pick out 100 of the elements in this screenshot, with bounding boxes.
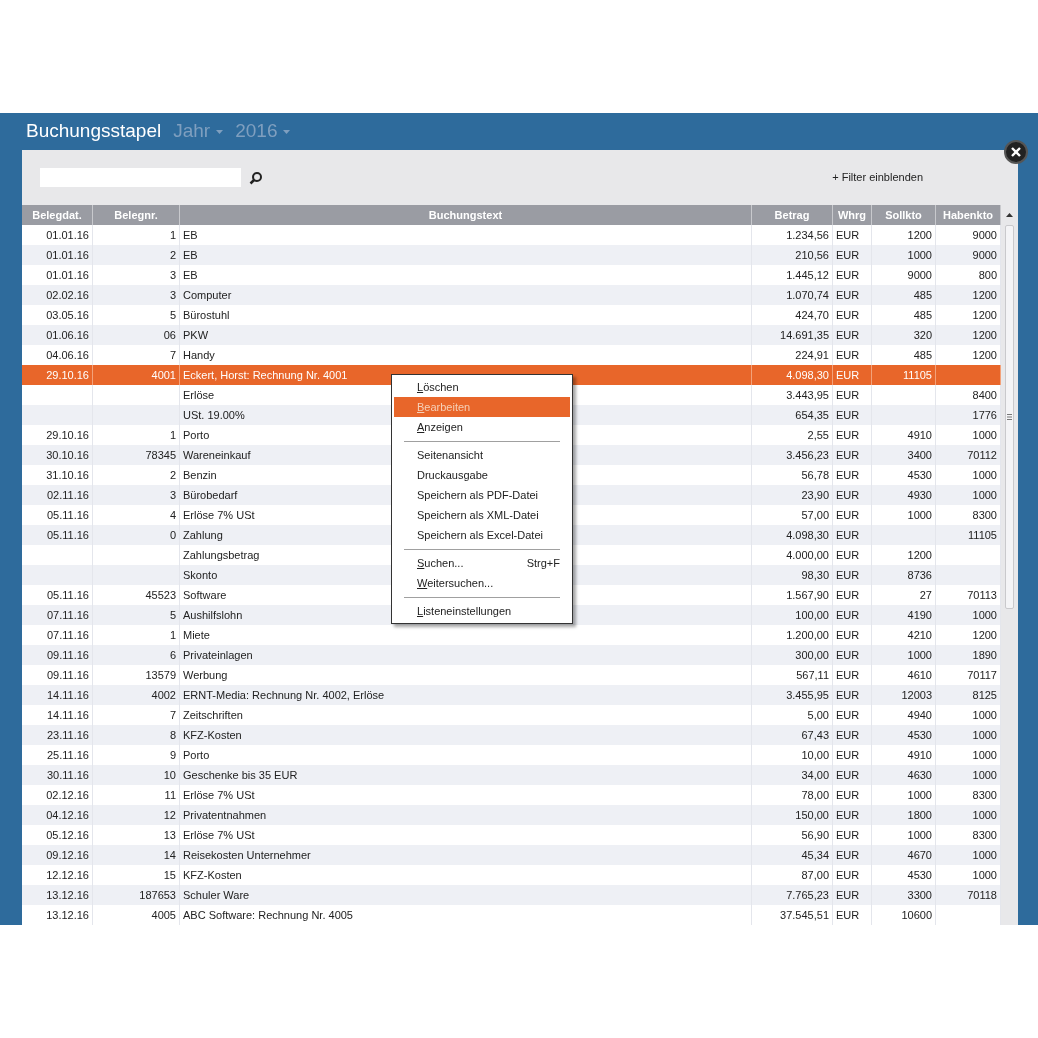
table-cell: EUR [836, 609, 860, 621]
table-cell: 78345 [145, 449, 176, 461]
table-cell: Benzin [183, 469, 217, 481]
table-cell: Erlöse 7% USt [183, 829, 255, 841]
table-cell: 4 [169, 509, 176, 521]
table-cell: Bürostuhl [183, 309, 230, 321]
table-cell: 1.445,12 [786, 269, 829, 281]
table-cell: 8736 [907, 569, 932, 581]
table-cell: KFZ-Kosten [183, 729, 242, 741]
table-cell: 05.11.16 [47, 509, 89, 521]
table-cell: 4.098,30 [786, 369, 829, 381]
table-cell: 1000 [972, 709, 997, 721]
table-cell: Zahlungsbetrag [183, 549, 260, 561]
menu-item-label: Bearbeiten [417, 399, 472, 415]
table-cell: 187653 [139, 889, 176, 901]
table-cell: 45,34 [801, 849, 829, 861]
table-cell: 09.11.16 [47, 669, 89, 681]
table-cell: 01.01.16 [46, 269, 89, 281]
table-cell: 29.10.16 [46, 369, 89, 381]
table-cell: 210,56 [795, 249, 829, 261]
table-cell: Erlöse 7% USt [183, 789, 255, 801]
table-cell: EB [183, 229, 198, 241]
table-cell: 1000 [972, 869, 997, 881]
table-cell: 14.691,35 [780, 329, 829, 341]
table-cell: 1000 [907, 829, 932, 841]
table-cell: 3400 [907, 449, 932, 461]
table-cell: 29.10.16 [46, 429, 89, 441]
table-cell: 56,90 [801, 829, 829, 841]
table-cell: EUR [836, 629, 860, 641]
table-cell: 1000 [972, 749, 997, 761]
table-cell: 3.455,95 [786, 689, 829, 701]
table-cell: 1200 [972, 289, 997, 301]
table-cell: 09.12.16 [46, 849, 89, 861]
table-cell: 70113 [967, 589, 997, 601]
table-cell: 224,91 [795, 349, 829, 361]
table-cell: EUR [836, 249, 860, 261]
table-cell: 4930 [907, 489, 932, 501]
table-cell: EUR [836, 469, 860, 481]
table-cell: PKW [183, 329, 209, 341]
table-cell: 04.06.16 [46, 349, 89, 361]
table-cell: 1000 [972, 489, 997, 501]
table-cell: 8300 [972, 789, 997, 801]
table-cell: EUR [836, 389, 860, 401]
table-cell: 70112 [967, 449, 997, 461]
table-cell: Werbung [183, 669, 228, 681]
table-cell: 2,55 [807, 429, 829, 441]
table-cell: 4005 [151, 909, 176, 921]
table-cell: 06 [163, 329, 176, 341]
table-cell: 1.200,00 [786, 629, 829, 641]
table-cell: 1 [169, 229, 176, 241]
table-cell: 02.12.16 [46, 789, 89, 801]
table-cell: 9 [169, 749, 176, 761]
table-cell: EUR [836, 289, 860, 301]
table-cell: EUR [836, 669, 860, 681]
table-cell: EUR [836, 789, 860, 801]
table-cell: 7.765,23 [786, 889, 829, 901]
table-cell: EUR [836, 529, 860, 541]
table-cell: Erlöse 7% USt [183, 509, 255, 521]
table-cell: 4910 [907, 749, 932, 761]
table-cell: 9000 [972, 249, 997, 261]
table-cell: 67,43 [801, 729, 829, 741]
table-cell: 4002 [151, 689, 176, 701]
table-cell: 1200 [907, 549, 932, 561]
table-cell: 09.11.16 [47, 649, 89, 661]
table-cell: 1 [169, 429, 176, 441]
table-cell: Zeitschriften [183, 709, 243, 721]
table-cell: 13.12.16 [46, 889, 89, 901]
table-cell: 4530 [907, 469, 932, 481]
table-cell: 2 [169, 469, 176, 481]
table-cell: 70117 [967, 669, 997, 681]
table-cell: EUR [836, 769, 860, 781]
table-cell: 10,00 [801, 749, 829, 761]
table-cell: 03.05.16 [46, 309, 89, 321]
table-cell: KFZ-Kosten [183, 869, 242, 881]
table-cell: 30.10.16 [46, 449, 89, 461]
table-cell: EB [183, 269, 198, 281]
table-cell: 1.567,90 [786, 589, 829, 601]
table-cell: 70118 [967, 889, 997, 901]
table-cell: ABC Software: Rechnung Nr. 4005 [183, 909, 353, 921]
table-cell: 10 [163, 769, 176, 781]
table-cell: 4670 [907, 849, 932, 861]
table-cell: 1000 [972, 849, 997, 861]
table-cell: 1200 [907, 229, 932, 241]
table-cell: 5 [169, 309, 176, 321]
table-cell: 4.000,00 [786, 549, 829, 561]
table-cell: 11105 [968, 529, 997, 541]
table-cell: 3.456,23 [786, 449, 829, 461]
table-cell: 8125 [972, 689, 997, 701]
table-cell: 23,90 [801, 489, 829, 501]
table-cell: 2 [169, 249, 176, 261]
table-cell: EUR [836, 749, 860, 761]
menu-item-label: Anzeigen [417, 419, 464, 435]
table-cell: 1800 [907, 809, 932, 821]
table-cell: 1000 [972, 469, 997, 481]
table-cell: 4610 [907, 669, 932, 681]
table-cell: EUR [836, 349, 860, 361]
table-cell: USt. 19.00% [183, 409, 245, 421]
table-cell: 1000 [972, 729, 997, 741]
table-cell: 31.10.16 [46, 469, 89, 481]
table-cell: 1000 [907, 249, 932, 261]
